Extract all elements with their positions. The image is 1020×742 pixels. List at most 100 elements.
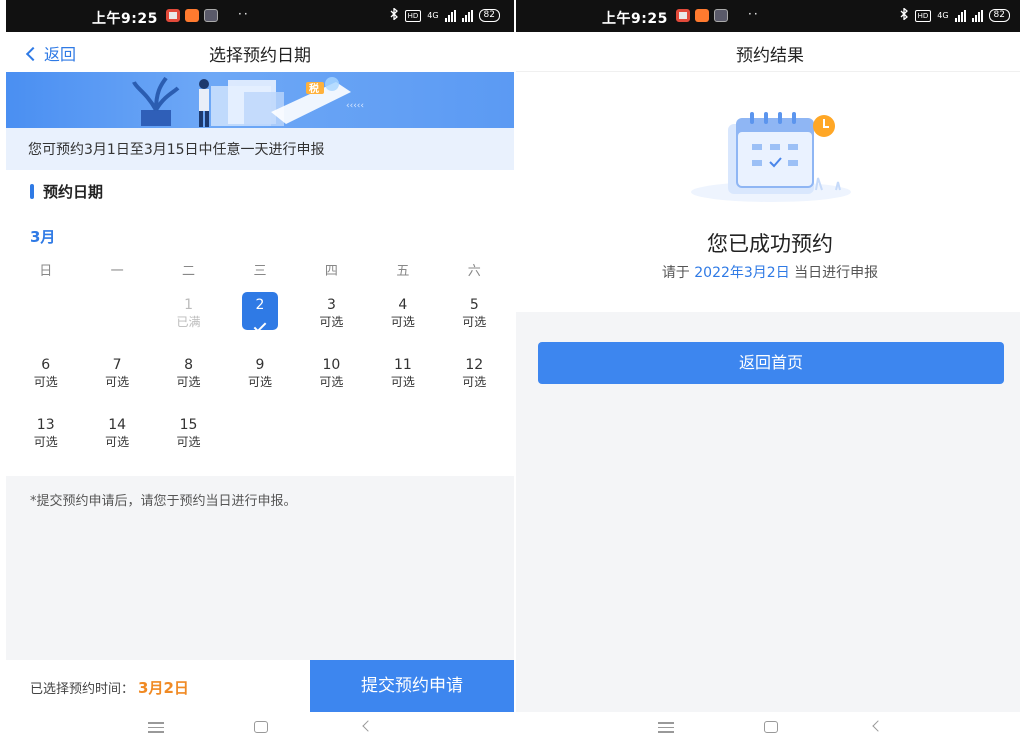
back-icon[interactable]: [872, 720, 884, 732]
status-right: HD 4G 82: [899, 7, 1010, 23]
empty-cell: [10, 296, 81, 338]
calendar-days-grid: 1 已满 2 3 可选 4 可选 5 可选 6 可选 7 可选 8 可选 9 可…: [10, 292, 510, 458]
home-icon[interactable]: [254, 721, 268, 733]
day-status: 可选: [319, 315, 344, 329]
calendar-day-1: 1 已满: [153, 296, 224, 338]
calendar-day-9[interactable]: 9 可选: [224, 356, 295, 398]
day-number: 14: [108, 417, 127, 433]
bottom-action-bar: 已选择预约时间： 3月2日 提交预约申请: [6, 660, 514, 712]
day-status: 可选: [176, 375, 201, 389]
day-status: 可选: [390, 315, 415, 329]
weekday-label: 日: [39, 264, 53, 279]
calendar-day-4[interactable]: 4 可选: [367, 296, 438, 338]
status-time: 上午9:25: [92, 11, 158, 27]
signal-icon: [971, 9, 983, 22]
battery-icon: 82: [988, 9, 1010, 22]
day-status: 可选: [33, 375, 58, 389]
network-type: 4G: [937, 11, 949, 20]
calendar-day-7[interactable]: 7 可选: [81, 356, 152, 398]
empty-cell: [81, 296, 152, 338]
status-more-dots: ··: [238, 7, 250, 21]
day-number: 11: [393, 357, 412, 373]
status-bar: 上午9:25 ·· HD 4G 82: [516, 0, 1020, 32]
svg-text:‹‹‹‹‹: ‹‹‹‹‹: [346, 101, 364, 111]
signal-icon: [444, 9, 456, 22]
signal-icon: [461, 9, 473, 22]
tax-badge: 税: [309, 84, 319, 95]
banner-graphic: ‹‹‹‹‹: [132, 76, 364, 127]
selected-time: 已选择预约时间： 3月2日: [30, 677, 189, 698]
success-subtitle: 请于 2022年3月2日 当日进行申报: [516, 262, 1020, 282]
weekday-label: 二: [182, 264, 196, 279]
booking-range-notice: 您可预约3月1日至3月15日中任意一天进行申报: [6, 128, 514, 170]
day-number: 9: [255, 357, 265, 373]
menu-icon[interactable]: [658, 722, 674, 736]
calendar-day-2[interactable]: 2: [224, 292, 295, 338]
status-bar: 上午9:25 ·· HD 4G 82: [6, 0, 514, 32]
day-status: 可选: [462, 315, 487, 329]
calendar-day-10[interactable]: 10 可选: [296, 356, 367, 398]
status-right: HD 4G 82: [389, 7, 500, 23]
left-screen-date-selection: 上午9:25 ·· HD 4G 82 返回 选择预约日期 ‹‹‹‹‹ 税 您可预…: [6, 0, 514, 742]
menu-icon[interactable]: [148, 722, 164, 736]
day-status: 可选: [247, 375, 272, 389]
signal-icon: [954, 9, 966, 22]
calendar-day-13[interactable]: 13 可选: [10, 416, 81, 458]
calendar-day-15[interactable]: 15 可选: [153, 416, 224, 458]
calendar-day-12[interactable]: 12 可选: [439, 356, 510, 398]
calendar-day-6[interactable]: 6 可选: [10, 356, 81, 398]
notification-app-icon: [204, 9, 218, 22]
day-number: 1: [184, 297, 194, 313]
weekday-label: 一: [110, 264, 124, 279]
section-header: 预约日期: [6, 170, 514, 212]
day-number: 3: [326, 297, 336, 313]
weekday-header: 日 一 二 三 四 五 六: [10, 260, 510, 279]
calendar-day-5[interactable]: 5 可选: [439, 296, 510, 338]
day-number: 2: [255, 297, 265, 313]
weekday-label: 五: [396, 264, 410, 279]
calendar-day-8[interactable]: 8 可选: [153, 356, 224, 398]
notification-app-icon: [166, 9, 180, 22]
day-status: 已满: [176, 315, 201, 329]
calendar-day-3[interactable]: 3 可选: [296, 296, 367, 338]
weekday-label: 六: [467, 264, 481, 279]
notification-app-icon: [695, 9, 709, 22]
weekday-label: 三: [253, 264, 267, 279]
success-sub-prefix: 请于: [661, 265, 695, 281]
nav-bar: 返回 选择预约日期: [6, 32, 514, 72]
calendar-day-11[interactable]: 11 可选: [367, 356, 438, 398]
nav-bar: 预约结果: [516, 32, 1020, 72]
status-app-icons: [676, 9, 728, 22]
hd-badge: HD: [404, 9, 422, 22]
status-time: 上午9:25: [602, 11, 668, 27]
calendar-month: 3月: [30, 228, 56, 246]
banner-illustration: ‹‹‹‹‹ 税: [6, 72, 514, 128]
bluetooth-icon: [389, 7, 399, 23]
right-screen-booking-result: 上午9:25 ·· HD 4G 82 预约结果 您已成功预约 请于 2022年3…: [516, 0, 1020, 742]
day-status: 可选: [176, 435, 201, 449]
calendar-day-14[interactable]: 14 可选: [81, 416, 152, 458]
submit-booking-button[interactable]: 提交预约申请: [310, 660, 514, 712]
day-number: 10: [322, 357, 341, 373]
submission-tip: *提交预约申请后，请您于预约当日进行申报。: [30, 494, 297, 509]
day-status: 可选: [105, 375, 130, 389]
page-title: 预约结果: [736, 46, 804, 66]
booked-date: 2022年3月2日: [694, 265, 790, 281]
weekday-label: 四: [324, 264, 338, 279]
day-status: 可选: [390, 375, 415, 389]
page-title: 选择预约日期: [209, 46, 311, 66]
system-nav-bar: [516, 712, 1020, 742]
section-accent-bar: [30, 184, 34, 199]
day-status: 可选: [105, 435, 130, 449]
back-icon[interactable]: [362, 720, 374, 732]
selected-time-value: 3月2日: [138, 679, 189, 697]
day-number: 5: [469, 297, 479, 313]
status-more-dots: ··: [748, 7, 760, 21]
notification-app-icon: [185, 9, 199, 22]
home-icon[interactable]: [764, 721, 778, 733]
return-home-button[interactable]: 返回首页: [538, 342, 1004, 384]
network-type: 4G: [427, 11, 439, 20]
calendar: 3月 日 一 二 三 四 五 六 1 已满 2 3 可选 4 可选 5 可选 6…: [6, 212, 514, 476]
system-nav-bar: [6, 712, 514, 742]
day-number: 15: [179, 417, 198, 433]
